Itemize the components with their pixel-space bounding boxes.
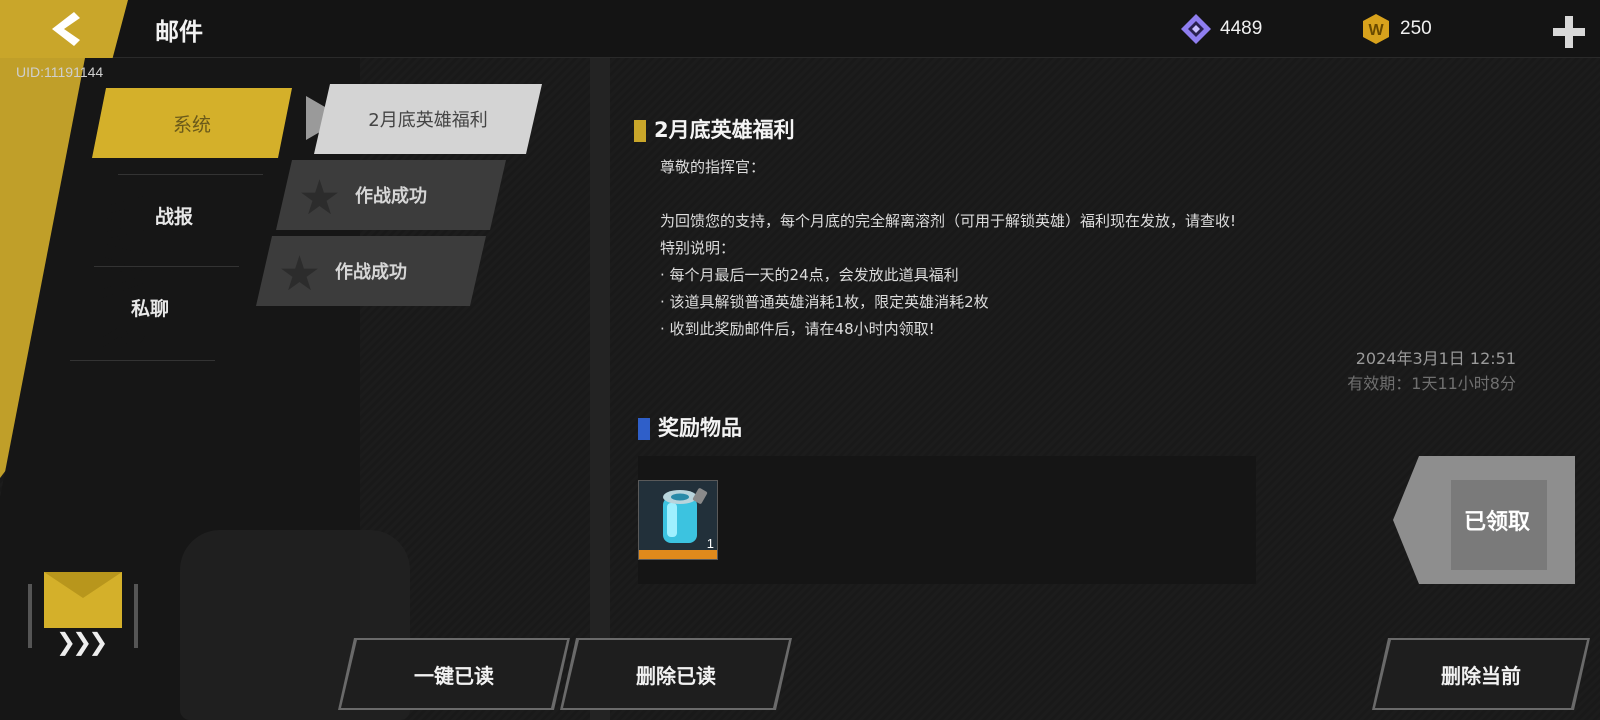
tab-label: 系统: [172, 113, 211, 136]
envelope-icon[interactable]: [44, 572, 122, 628]
mail-body: 尊敬的指挥官： 为回馈您的支持，每个月底的完全解离溶剂（可用于解锁英雄）福利现在…: [660, 154, 1236, 343]
tab-label: 私聊: [130, 297, 169, 320]
reward-panel: [638, 456, 1256, 584]
w-coin-icon: W: [1363, 14, 1389, 44]
mail-item-title: 2月底英雄福利: [368, 110, 488, 131]
top-bar: 邮件 4489 W 250: [0, 0, 1600, 58]
mail-list-item[interactable]: ★ 作战成功: [256, 236, 486, 306]
tab-label: 战报: [154, 205, 193, 228]
coin-amount: 250: [1400, 18, 1432, 39]
read-all-button[interactable]: 一键已读: [341, 640, 567, 708]
coin-counter[interactable]: W 250: [1360, 14, 1432, 44]
claimed-label: 已领取: [1463, 510, 1530, 535]
mail-line: 特别说明：: [660, 239, 736, 257]
delete-current-label: 删除当前: [1441, 663, 1521, 688]
gem-counter[interactable]: 4489: [1180, 14, 1262, 44]
mail-validity: 有效期：1天11小时8分: [1347, 374, 1516, 393]
delete-current-button[interactable]: 删除当前: [1375, 640, 1587, 708]
mail-line: 为回馈您的支持，每个月底的完全解离溶剂（可用于解锁英雄）福利现在发放，请查收!: [660, 212, 1237, 230]
reward-item-slot[interactable]: 1: [638, 480, 718, 560]
page-title: 邮件: [155, 18, 203, 46]
mail-line: · 该道具解锁普通英雄消耗1枚，限定英雄消耗2枚: [660, 293, 989, 311]
mail-meta: 2024年3月1日 12:51 有效期：1天11小时8分: [1347, 346, 1516, 396]
mail-date: 2024年3月1日 12:51: [1355, 349, 1516, 368]
tab-system[interactable]: 系统: [92, 88, 292, 158]
mail-item-title: 作战成功: [335, 262, 407, 283]
tab-divider: [70, 360, 215, 361]
panel-divider: [590, 58, 610, 720]
star-icon: ★: [278, 246, 322, 302]
diamond-gem-icon: [1181, 14, 1211, 44]
tab-private-chat[interactable]: 私聊: [50, 272, 250, 342]
star-icon: ★: [298, 170, 342, 226]
read-all-label: 一键已读: [414, 663, 494, 688]
delete-read-button[interactable]: 删除已读: [563, 640, 789, 708]
mail-line: [660, 181, 1236, 208]
item-quantity: 1: [706, 536, 714, 551]
reward-title-text: 奖励物品: [658, 416, 742, 440]
gem-amount: 4489: [1220, 18, 1263, 39]
back-arrow-icon: [52, 12, 80, 46]
mail-screen: THE WAR 邮件 4489 W 250 UID:11191144 系统 战报…: [0, 0, 1600, 720]
mail-line: · 每个月最后一天的24点，会发放此道具福利: [660, 266, 959, 284]
claimed-button[interactable]: 已领取: [1393, 456, 1575, 584]
reward-section-title: 奖励物品: [638, 412, 742, 442]
mail-list-item[interactable]: ★ 作战成功: [276, 160, 506, 230]
chevrons-right-icon: ❯❯❯: [56, 628, 108, 656]
add-currency-button[interactable]: [1553, 16, 1585, 48]
delete-read-label: 删除已读: [636, 663, 716, 688]
tab-battle-report[interactable]: 战报: [74, 180, 274, 250]
mail-line: 尊敬的指挥官：: [660, 158, 766, 176]
title-marker-icon: [638, 418, 650, 440]
tab-divider: [118, 174, 263, 175]
mail-list-item[interactable]: 2月底英雄福利: [314, 84, 542, 154]
mail-title: 2月底英雄福利: [634, 114, 795, 144]
mail-title-text: 2月底英雄福利: [654, 118, 795, 142]
mail-item-title: 作战成功: [355, 186, 427, 207]
tab-divider: [94, 266, 239, 267]
title-marker-icon: [634, 120, 646, 142]
back-button[interactable]: [0, 0, 128, 58]
player-uid: UID:11191144: [16, 64, 104, 80]
mail-line: · 收到此奖励邮件后，请在48小时内领取!: [660, 320, 935, 338]
svg-text:W: W: [1368, 22, 1384, 39]
item-quality-bar: [639, 550, 717, 559]
